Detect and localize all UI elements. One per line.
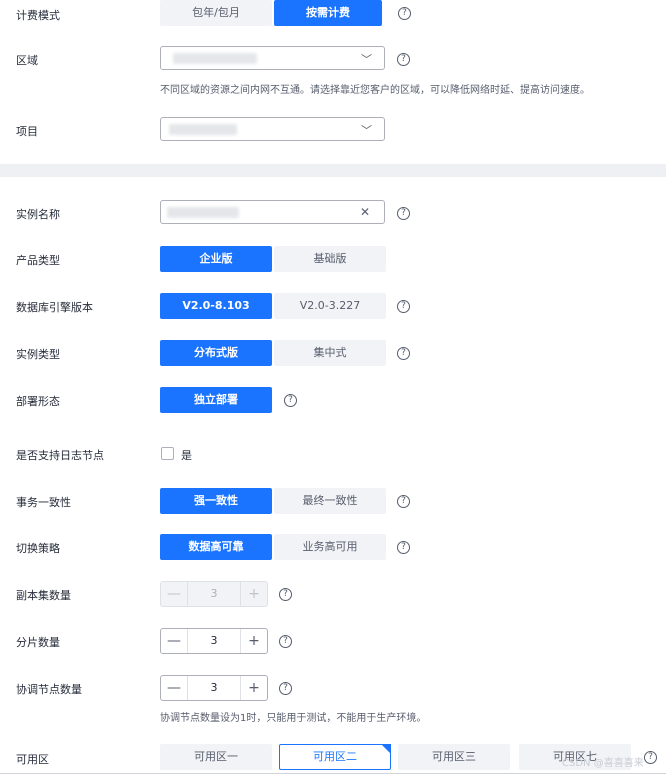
az-option-3[interactable]: 可用区三 [398,744,510,770]
project-value-redacted [169,124,237,135]
deploy-form-label: 部署形态 [16,395,60,408]
engine-version-selector: V2.0-8.103 V2.0-3.227 [160,293,386,319]
region-label: 区域 [16,54,38,67]
replica-count-label: 副本集数量 [16,589,71,602]
bottom-divider [0,773,666,774]
shard-count-label: 分片数量 [16,636,60,649]
az-option-1[interactable]: 可用区一 [160,744,272,770]
transaction-consistency-selector: 强一致性 最终一致性 [160,488,386,514]
chevron-down-icon: ﹀ [361,124,372,137]
consistency-option-strong[interactable]: 强一致性 [160,488,272,514]
product-type-option-enterprise[interactable]: 企业版 [160,246,272,272]
transaction-consistency-label: 事务一致性 [16,496,71,509]
help-icon[interactable]: ? [644,751,657,764]
switch-option-service-availability[interactable]: 业务高可用 [274,534,386,560]
engine-version-option-8103[interactable]: V2.0-8.103 [160,293,272,319]
minus-icon: — [167,586,181,602]
plus-icon[interactable]: + [241,633,267,649]
check-icon: ✓ [383,750,389,758]
coordinator-count-value[interactable]: 3 [187,676,241,700]
help-icon[interactable]: ? [284,394,297,407]
product-type-option-basic[interactable]: 基础版 [274,246,386,272]
consistency-option-eventual[interactable]: 最终一致性 [274,488,386,514]
availability-zone-label: 可用区 [16,753,49,766]
az-option-2-label: 可用区二 [313,750,357,763]
engine-version-option-3227[interactable]: V2.0-3.227 [274,293,386,319]
plus-icon: + [248,586,260,602]
billing-mode-label: 计费模式 [16,9,60,22]
project-label: 项目 [16,125,38,138]
log-node-checkbox[interactable] [161,447,174,460]
help-icon[interactable]: ? [279,682,292,695]
region-value-redacted [173,53,257,64]
product-type-selector: 企业版 基础版 [160,246,386,272]
help-icon[interactable]: ? [397,53,410,66]
chevron-down-icon: ﹀ [361,53,372,66]
instance-name-label: 实例名称 [16,208,60,221]
shard-count-value[interactable]: 3 [187,629,241,653]
watermark: CSDN @喜喜喜来 [562,758,644,769]
project-select[interactable]: ﹀ [160,117,385,141]
instance-type-option-distributed[interactable]: 分布式版 [160,340,272,366]
instance-name-input[interactable]: ✕ [160,200,385,224]
az-option-2[interactable]: 可用区二 ✓ [279,744,391,770]
replica-count-stepper: — 3 + [160,581,268,607]
product-type-label: 产品类型 [16,254,60,267]
instance-type-selector: 分布式版 集中式 [160,340,386,366]
help-icon[interactable]: ? [398,7,411,20]
instance-type-label: 实例类型 [16,348,60,361]
minus-icon[interactable]: — [161,680,187,696]
shard-count-stepper: — 3 + [160,628,268,654]
billing-option-pay-per-use[interactable]: 按需计费 [274,0,382,26]
log-node-label: 是否支持日志节点 [16,449,104,462]
minus-icon[interactable]: — [161,633,187,649]
help-icon[interactable]: ? [397,347,410,360]
switch-option-data-reliability[interactable]: 数据高可靠 [160,534,272,560]
region-hint: 不同区域的资源之间内网不互通。请选择靠近您客户的区域，可以降低网络时延、提高访问… [160,85,590,96]
section-divider [0,164,666,177]
engine-version-label: 数据库引擎版本 [16,301,93,314]
help-icon[interactable]: ? [397,300,410,313]
plus-icon[interactable]: + [241,680,267,696]
deploy-form-selector: 独立部署 [160,387,272,413]
instance-name-value-redacted [167,207,239,218]
region-select[interactable]: ﹀ [160,46,385,70]
deploy-form-option-standalone[interactable]: 独立部署 [160,387,272,413]
billing-mode-selector: 包年/包月 按需计费 [160,0,382,26]
help-icon[interactable]: ? [279,588,292,601]
help-icon[interactable]: ? [397,495,410,508]
billing-option-yearly-monthly[interactable]: 包年/包月 [160,0,272,26]
coordinator-count-label: 协调节点数量 [16,683,82,696]
switch-strategy-label: 切换策略 [16,542,60,555]
instance-type-option-centralized[interactable]: 集中式 [274,340,386,366]
clear-icon[interactable]: ✕ [360,205,370,219]
help-icon[interactable]: ? [397,541,410,554]
coordinator-count-stepper: — 3 + [160,675,268,701]
log-node-checkbox-label: 是 [181,449,192,462]
coordinator-count-hint: 协调节点数量设为1时，只能用于测试，不能用于生产环境。 [160,713,427,724]
replica-count-value: 3 [187,582,241,606]
help-icon[interactable]: ? [279,635,292,648]
switch-strategy-selector: 数据高可靠 业务高可用 [160,534,386,560]
help-icon[interactable]: ? [397,207,410,220]
